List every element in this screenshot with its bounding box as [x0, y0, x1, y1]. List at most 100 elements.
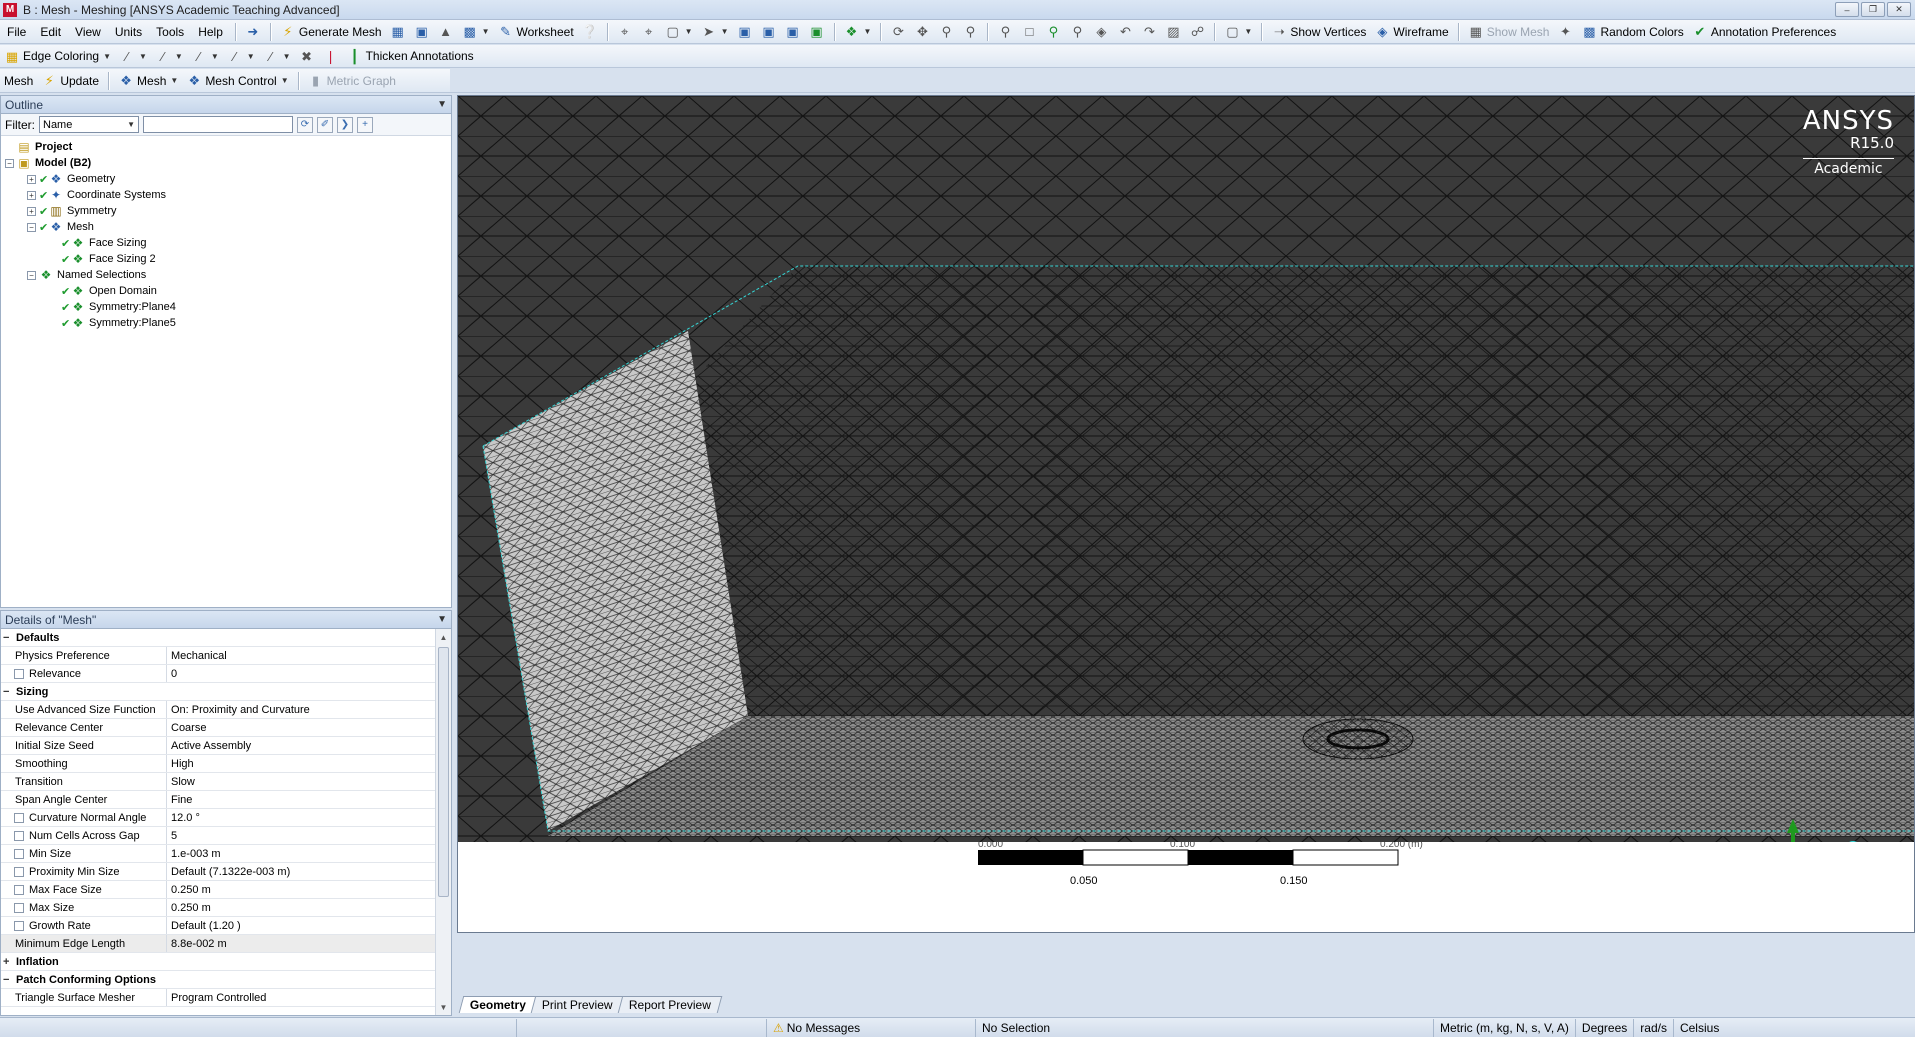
collapse-icon[interactable]: −: [3, 632, 13, 644]
collapse-icon[interactable]: −: [3, 686, 13, 698]
select-button-2[interactable]: ⌖: [637, 22, 661, 42]
select-mode-button[interactable]: ▢ ▼: [661, 22, 697, 42]
status-messages[interactable]: ⚠ No Messages: [766, 1018, 975, 1037]
annotation-preferences-button[interactable]: ✔ Annotation Preferences: [1688, 22, 1840, 42]
wireframe-button[interactable]: ◈ Wireframe: [1370, 22, 1452, 42]
edge-display-button-1[interactable]: ∕ ▼: [115, 46, 151, 66]
details-scrollbar[interactable]: ▲ ▼: [435, 629, 451, 1015]
details-row[interactable]: Transition Slow: [1, 773, 435, 791]
parameter-checkbox[interactable]: [14, 866, 24, 877]
tab-geometry[interactable]: Geometry: [458, 996, 538, 1013]
menu-help[interactable]: Help: [191, 25, 230, 39]
mesh-graphic[interactable]: [458, 96, 1915, 933]
property-value[interactable]: 1.e-003 m: [167, 845, 435, 862]
restore-button[interactable]: ❐: [1861, 2, 1885, 17]
edge-select-button[interactable]: ▣: [757, 22, 781, 42]
mesh-dropdown-button[interactable]: ❖ Mesh ▼: [114, 71, 182, 91]
body-select-button[interactable]: ▣: [805, 22, 829, 42]
details-group[interactable]: + Inflation: [1, 953, 435, 971]
details-row[interactable]: Span Angle Center Fine: [1, 791, 435, 809]
face-select-button[interactable]: ▣: [781, 22, 805, 42]
previous-view-button[interactable]: ↶: [1113, 22, 1137, 42]
iso-view-button[interactable]: ◈: [1089, 22, 1113, 42]
pin-icon[interactable]: ▼: [437, 99, 447, 110]
tree-item[interactable]: ▤ Project: [5, 139, 451, 155]
property-value[interactable]: 8.8e-002 m: [167, 935, 435, 952]
pin-icon[interactable]: ▼: [437, 614, 447, 625]
metric-graph-button[interactable]: ▮ Metric Graph: [304, 71, 400, 91]
export-button[interactable]: ▣: [410, 22, 434, 42]
edge-marker-button[interactable]: ❘: [319, 46, 343, 66]
update-button[interactable]: ⚡ Update: [37, 71, 103, 91]
viewports-button[interactable]: ▢ ▼: [1220, 22, 1256, 42]
close-button[interactable]: ✕: [1887, 2, 1911, 17]
tree-item[interactable]: − ▣ Model (B2): [5, 155, 451, 171]
property-value[interactable]: On: Proximity and Curvature: [167, 701, 435, 718]
collapse-icon[interactable]: −: [27, 270, 36, 280]
menu-units[interactable]: Units: [108, 25, 149, 39]
annotate-button[interactable]: ▲: [434, 22, 458, 42]
collapse-icon[interactable]: −: [27, 222, 36, 232]
tree-item[interactable]: − ❖ Named Selections: [5, 267, 451, 283]
menu-edit[interactable]: Edit: [33, 25, 68, 39]
menu-view[interactable]: View: [68, 25, 108, 39]
mesh-control-button[interactable]: ❖ Mesh Control ▼: [182, 71, 292, 91]
property-value[interactable]: 5: [167, 827, 435, 844]
minimize-button[interactable]: –: [1835, 2, 1859, 17]
details-row[interactable]: Min Size 1.e-003 m: [1, 845, 435, 863]
property-value[interactable]: High: [167, 755, 435, 772]
details-group[interactable]: − Defaults: [1, 629, 435, 647]
parameter-checkbox[interactable]: [14, 812, 24, 823]
parameter-checkbox[interactable]: [14, 668, 24, 679]
collapse-icon[interactable]: −: [5, 158, 14, 168]
details-row[interactable]: Physics Preference Mechanical: [1, 647, 435, 665]
show-mesh-button[interactable]: ▦ Show Mesh: [1464, 22, 1554, 42]
edge-coloring-button[interactable]: ▦ Edge Coloring ▼: [0, 46, 115, 66]
expand-icon[interactable]: +: [27, 190, 36, 200]
filter-type-select[interactable]: Name ▼: [39, 116, 139, 133]
refresh-filter-button[interactable]: ⟳: [297, 116, 313, 133]
zoom-in-button[interactable]: ⚲: [1041, 22, 1065, 42]
tree-filter-button[interactable]: ❯: [337, 116, 353, 133]
tree-item[interactable]: + ✔ ❖ Geometry: [5, 171, 451, 187]
next-view-button[interactable]: ↷: [1137, 22, 1161, 42]
details-group[interactable]: − Sizing: [1, 683, 435, 701]
rotate-button[interactable]: ⟳: [886, 22, 910, 42]
parameter-checkbox[interactable]: [14, 830, 24, 841]
details-row[interactable]: Triangle Surface Mesher Program Controlle…: [1, 989, 435, 1007]
details-row[interactable]: Max Face Size 0.250 m: [1, 881, 435, 899]
zoom-fit-button[interactable]: ⚲: [993, 22, 1017, 42]
scroll-up-icon[interactable]: ▲: [436, 629, 451, 645]
property-value[interactable]: 0.250 m: [167, 899, 435, 916]
details-row[interactable]: Use Advanced Size Function On: Proximity …: [1, 701, 435, 719]
collapse-icon[interactable]: −: [3, 974, 13, 986]
show-vertices-button[interactable]: ➝ Show Vertices: [1267, 22, 1370, 42]
thicken-annotations-button[interactable]: ┃ Thicken Annotations: [343, 46, 478, 66]
pointer-button[interactable]: ➜: [241, 22, 265, 42]
tree-item[interactable]: ✔ ❖ Face Sizing: [5, 235, 451, 251]
property-value[interactable]: Active Assembly: [167, 737, 435, 754]
details-row[interactable]: Relevance Center Coarse: [1, 719, 435, 737]
tab-print-preview[interactable]: Print Preview: [530, 996, 624, 1013]
box-zoom-button[interactable]: ⚲: [958, 22, 982, 42]
tab-report-preview[interactable]: Report Preview: [617, 996, 723, 1013]
property-value[interactable]: Coarse: [167, 719, 435, 736]
tree-item[interactable]: + ✔ ▥ Symmetry: [5, 203, 451, 219]
edge-highlight-button[interactable]: ✖: [295, 46, 319, 66]
details-row[interactable]: Curvature Normal Angle 12.0 °: [1, 809, 435, 827]
tree-item[interactable]: + ✔ ✦ Coordinate Systems: [5, 187, 451, 203]
menu-tools[interactable]: Tools: [149, 25, 191, 39]
filter-input[interactable]: [143, 116, 293, 133]
edge-display-button-3[interactable]: ∕ ▼: [187, 46, 223, 66]
property-value[interactable]: Default (7.1322e-003 m): [167, 863, 435, 880]
details-row[interactable]: Max Size 0.250 m: [1, 899, 435, 917]
generate-mesh-button[interactable]: ⚡ Generate Mesh: [276, 22, 386, 42]
expand-icon[interactable]: +: [27, 174, 36, 184]
edge-display-button-2[interactable]: ∕ ▼: [151, 46, 187, 66]
property-value[interactable]: Fine: [167, 791, 435, 808]
property-value[interactable]: Default (1.20 ): [167, 917, 435, 934]
pan-button[interactable]: ✥: [910, 22, 934, 42]
tree-item[interactable]: ✔ ❖ Open Domain: [5, 283, 451, 299]
menu-file[interactable]: File: [0, 25, 33, 39]
details-row[interactable]: Minimum Edge Length 8.8e-002 m: [1, 935, 435, 953]
